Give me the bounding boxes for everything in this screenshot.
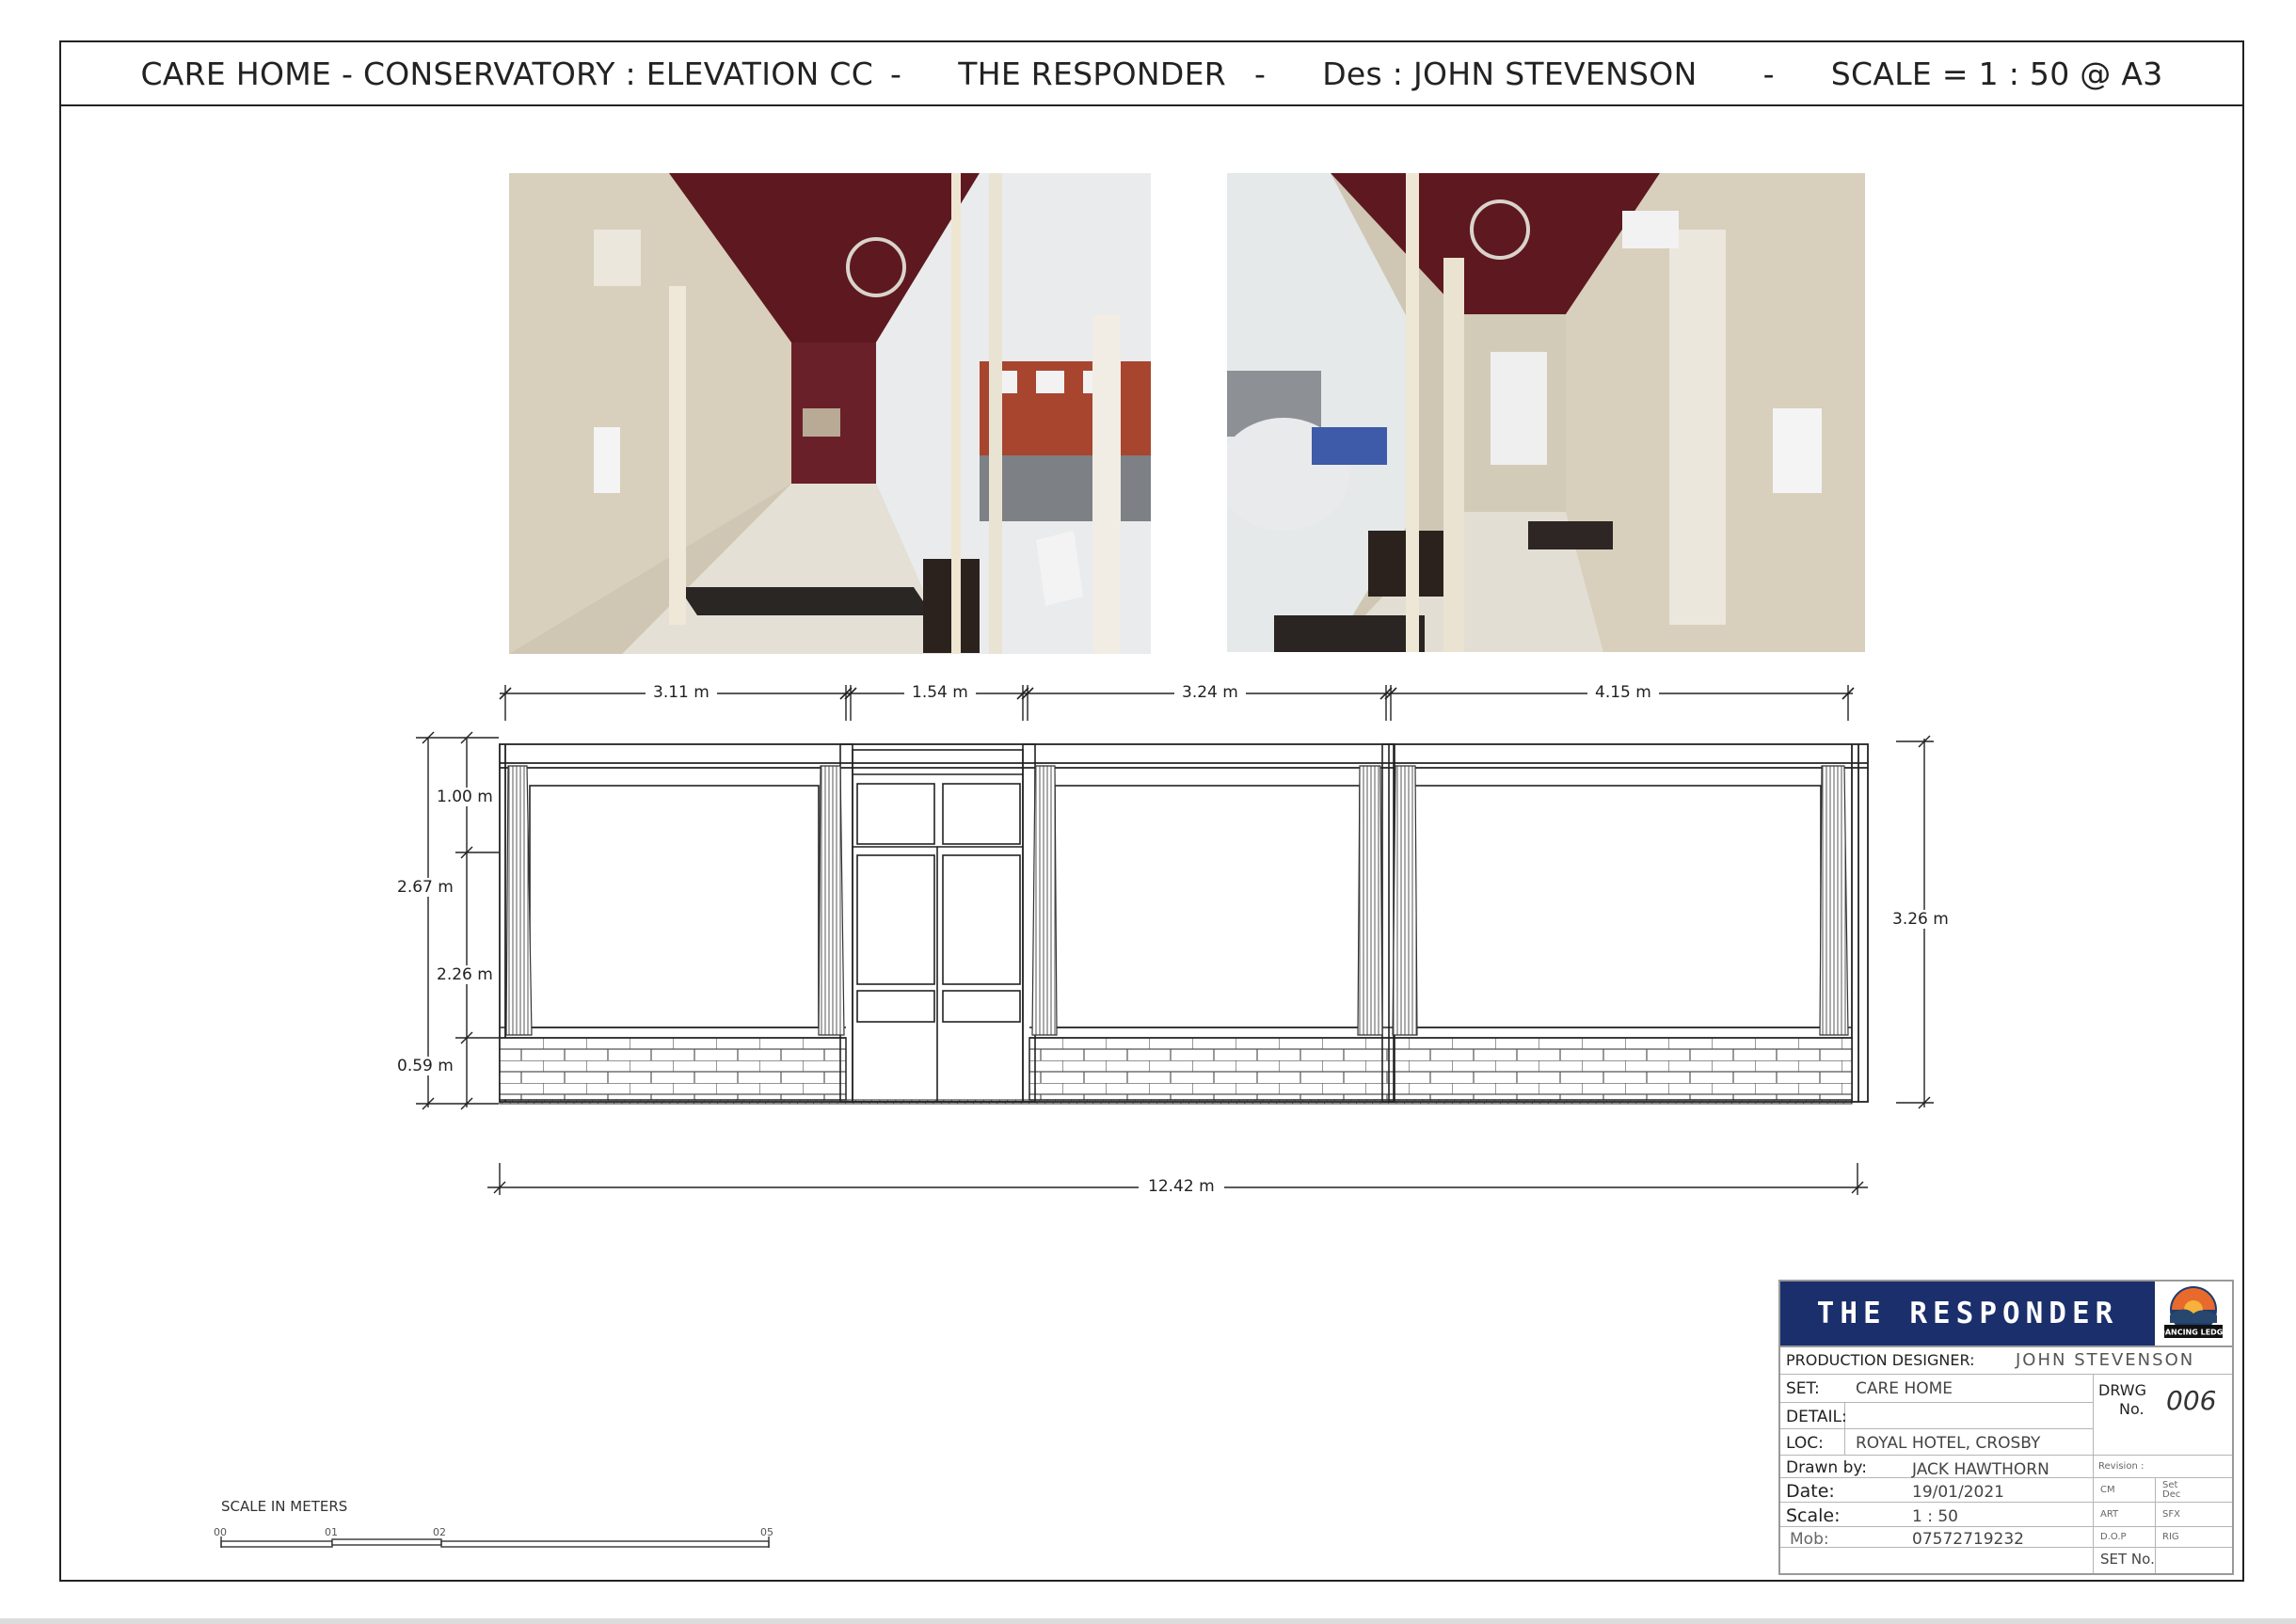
scale-value: 1 : 50 bbox=[1912, 1507, 1958, 1526]
production-company-logo: DANCING LEDGE bbox=[2159, 1285, 2228, 1342]
mob-label: Mob: bbox=[1790, 1530, 1829, 1549]
production-designer-label: PRODUCTION DESIGNER: bbox=[1786, 1351, 1975, 1369]
title-block-production: THE RESPONDER bbox=[1816, 1297, 2119, 1330]
detail-label: DETAIL: bbox=[1786, 1408, 1847, 1426]
date-value: 19/01/2021 bbox=[1912, 1483, 2004, 1502]
date-label: Date: bbox=[1786, 1481, 1835, 1502]
mob-value: 07572719232 bbox=[1912, 1530, 2024, 1549]
loc-label: LOC: bbox=[1786, 1434, 1824, 1453]
set-value: CARE HOME bbox=[1856, 1379, 1953, 1398]
dept-rig: RIG bbox=[2162, 1532, 2179, 1542]
dept-dop: D.O.P bbox=[2100, 1532, 2127, 1542]
loc-value: ROYAL HOTEL, CROSBY bbox=[1856, 1434, 2041, 1453]
drawing-number: 006 bbox=[2166, 1385, 2217, 1416]
title-block-banner: THE RESPONDER bbox=[1780, 1282, 2155, 1345]
drawing-sheet: CARE HOME - CONSERVATORY : ELEVATION CC … bbox=[0, 0, 2296, 1624]
drwg-label: DRWG bbox=[2098, 1381, 2147, 1399]
dept-cm: CM bbox=[2100, 1485, 2115, 1495]
scale-label: Scale: bbox=[1786, 1505, 1841, 1526]
svg-text:DANCING LEDGE: DANCING LEDGE bbox=[2160, 1329, 2226, 1337]
drawn-by-label: Drawn by: bbox=[1786, 1458, 1867, 1477]
dept-art: ART bbox=[2100, 1509, 2119, 1520]
dept-set-dec: Set Dec bbox=[2162, 1480, 2181, 1500]
revision-label: Revision : bbox=[2098, 1461, 2145, 1472]
dept-sfx: SFX bbox=[2162, 1509, 2180, 1520]
drawn-by-value: JACK HAWTHORN bbox=[1912, 1460, 2049, 1479]
set-label: SET: bbox=[1786, 1379, 1820, 1398]
production-designer: JOHN STEVENSON bbox=[2016, 1350, 2195, 1370]
set-no-label: SET No. bbox=[2100, 1551, 2155, 1568]
title-block: THE RESPONDER DANCING LEDGE PRODUCTION D… bbox=[1778, 1280, 2234, 1575]
drwg-no-label: No. bbox=[2119, 1400, 2145, 1418]
window-bottom-strip bbox=[0, 1618, 2296, 1624]
